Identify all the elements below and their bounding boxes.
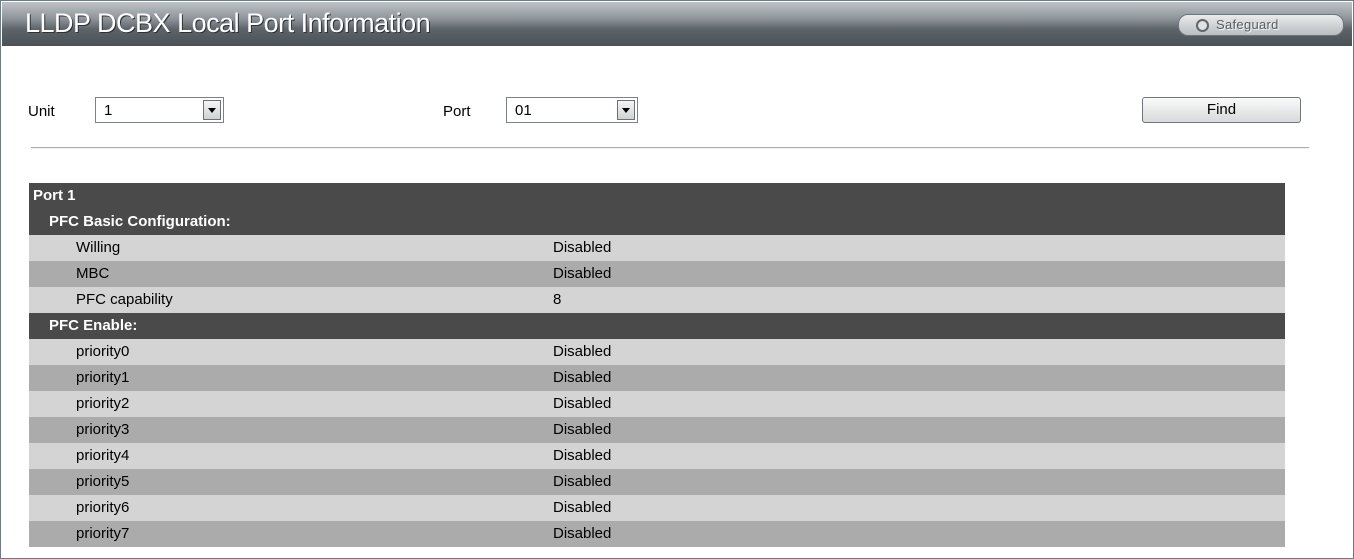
row-value: Disabled	[553, 265, 612, 282]
row-label: priority3	[76, 421, 130, 438]
unit-select-value: 1	[104, 102, 113, 119]
table-row: priority6 Disabled	[29, 495, 1285, 521]
row-value: Disabled	[553, 369, 612, 386]
row-value: Disabled	[553, 343, 612, 360]
pfc-enable-header-text: PFC Enable:	[49, 317, 138, 334]
row-label: priority0	[76, 343, 130, 360]
unit-select[interactable]: 1	[95, 97, 224, 123]
safeguard-label: Safeguard	[1216, 17, 1279, 32]
table-section-pfc-enable: PFC Enable:	[29, 313, 1285, 339]
port-info-table: Port 1 PFC Basic Configuration: Willing …	[29, 183, 1285, 547]
row-label: priority5	[76, 473, 130, 490]
row-label: Willing	[76, 239, 121, 256]
main-panel: LLDP DCBX Local Port Information Safegua…	[0, 0, 1354, 559]
chevron-down-icon[interactable]	[617, 100, 635, 120]
row-value: Disabled	[553, 499, 612, 516]
table-section-pfc-basic: PFC Basic Configuration:	[29, 209, 1285, 235]
port-label: Port	[443, 103, 471, 120]
chevron-down-icon[interactable]	[203, 100, 221, 120]
table-row: Willing Disabled	[29, 235, 1285, 261]
port-header-text: Port 1	[33, 187, 76, 204]
table-row: priority3 Disabled	[29, 417, 1285, 443]
row-value: Disabled	[553, 525, 612, 542]
table-header-port: Port 1	[29, 183, 1285, 209]
row-label: priority7	[76, 525, 130, 542]
row-value: Disabled	[553, 473, 612, 490]
table-row: priority0 Disabled	[29, 339, 1285, 365]
page-title: LLDP DCBX Local Port Information	[25, 8, 431, 38]
pfc-basic-header-text: PFC Basic Configuration:	[49, 213, 231, 230]
port-select-value: 01	[515, 102, 532, 119]
row-value: 8	[553, 291, 562, 308]
table-row: priority1 Disabled	[29, 365, 1285, 391]
table-row: priority7 Disabled	[29, 521, 1285, 547]
row-value: Disabled	[553, 421, 612, 438]
table-row: MBC Disabled	[29, 261, 1285, 287]
table-row: PFC capability 8	[29, 287, 1285, 313]
row-label: PFC capability	[76, 291, 173, 308]
row-label: priority6	[76, 499, 130, 516]
table-row: priority2 Disabled	[29, 391, 1285, 417]
row-value: Disabled	[553, 395, 612, 412]
row-label: MBC	[76, 265, 110, 282]
divider	[31, 147, 1309, 149]
unit-label: Unit	[28, 103, 55, 120]
title-bar: LLDP DCBX Local Port Information Safegua…	[2, 2, 1352, 46]
find-button[interactable]: Find	[1142, 97, 1301, 123]
table-row: priority5 Disabled	[29, 469, 1285, 495]
table-row: priority4 Disabled	[29, 443, 1285, 469]
row-label: priority1	[76, 369, 130, 386]
row-label: priority2	[76, 395, 130, 412]
port-select[interactable]: 01	[506, 97, 638, 123]
safeguard-status-icon	[1196, 19, 1209, 32]
row-value: Disabled	[553, 239, 612, 256]
safeguard-indicator[interactable]: Safeguard	[1178, 14, 1344, 36]
row-label: priority4	[76, 447, 130, 464]
row-value: Disabled	[553, 447, 612, 464]
